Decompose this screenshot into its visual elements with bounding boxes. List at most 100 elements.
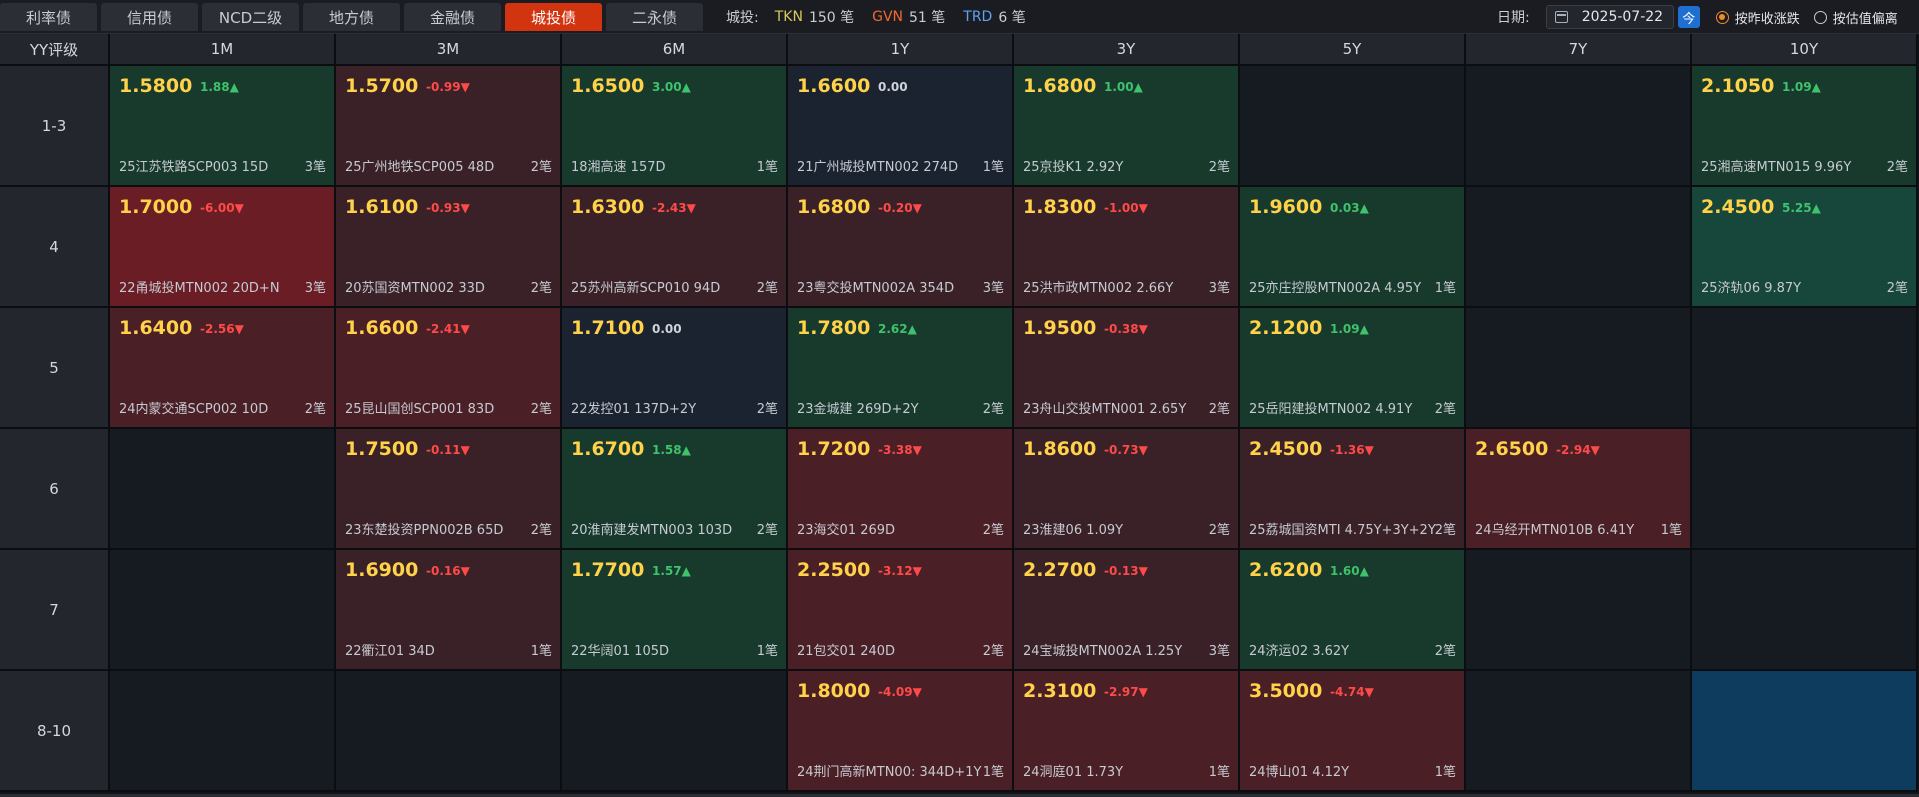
quote-cell[interactable]: 1.8300 -1.00▼ 25洪市政MTN002 2.66Y 3笔 — [1014, 187, 1240, 308]
tenor-header-3m[interactable]: 3M — [336, 34, 562, 66]
trade-count: 1笔 — [1208, 765, 1230, 780]
quote-change: 1.57▲ — [652, 564, 691, 578]
trade-count: 2笔 — [1208, 402, 1230, 417]
tenor-header-1y[interactable]: 1Y — [788, 34, 1014, 66]
quote-change: -2.41▼ — [426, 322, 470, 336]
trade-count: 1笔 — [982, 160, 1004, 175]
quote-cell[interactable]: 1.9500 -0.38▼ 23舟山交投MTN001 2.65Y 2笔 — [1014, 308, 1240, 429]
quote-cell[interactable]: 1.6600 0.00 21广州城投MTN002 274D 1笔 — [788, 66, 1014, 187]
quote-change: 1.58▲ — [652, 443, 691, 457]
quote-change: 1.00▲ — [1104, 80, 1143, 94]
arrow-down-icon: ▼ — [1138, 564, 1148, 578]
quote-change: -0.73▼ — [1104, 443, 1148, 457]
quote-cell[interactable]: 1.7500 -0.11▼ 23东楚投资PPN002B 65D 2笔 — [336, 429, 562, 550]
trade-count: 2笔 — [982, 523, 1004, 538]
quote-cell[interactable]: 1.7200 -3.38▼ 23海交01 269D 2笔 — [788, 429, 1014, 550]
quote-change-value: -0.11 — [426, 443, 461, 457]
quote-cell[interactable]: 1.6700 1.58▲ 20淮南建发MTN003 103D 2笔 — [562, 429, 788, 550]
quote-cell[interactable]: 1.6100 -0.93▼ 20苏国资MTN002 33D 2笔 — [336, 187, 562, 308]
quote-cell[interactable]: 1.6900 -0.16▼ 22衢江01 34D 1笔 — [336, 550, 562, 671]
quote-cell[interactable]: 2.2700 -0.13▼ 24宝城投MTN002A 1.25Y 3笔 — [1014, 550, 1240, 671]
tab-5[interactable]: 城投债 — [505, 3, 602, 31]
quote-change: 1.88▲ — [200, 80, 239, 94]
quote-cell[interactable]: 2.1050 1.09▲ 25湘高速MTN015 9.96Y 2笔 — [1692, 66, 1918, 187]
quote-change: -4.74▼ — [1330, 685, 1374, 699]
quote-cell[interactable]: 2.2500 -3.12▼ 21包交01 240D 2笔 — [788, 550, 1014, 671]
bond-name: 25昆山国创SCP001 83D — [345, 402, 495, 417]
arrow-down-icon: ▼ — [912, 201, 922, 215]
quote-cell[interactable]: 1.7700 1.57▲ 22华阔01 105D 1笔 — [562, 550, 788, 671]
bond-name: 23海交01 269D — [797, 523, 896, 538]
quote-cell[interactable]: 1.7100 0.00 22发控01 137D+2Y 2笔 — [562, 308, 788, 429]
tenor-header-5y[interactable]: 5Y — [1240, 34, 1466, 66]
rating-row: 4 1.7000 -6.00▼ 22甬城投MTN002 20D+N 3笔 1.6100 -0… — [0, 187, 1919, 308]
empty-cell — [110, 429, 336, 550]
quote-cell[interactable]: 2.6500 -2.94▼ 24乌经开MTN010B 6.41Y 1笔 — [1466, 429, 1692, 550]
quote-change-value: -2.94 — [1556, 443, 1591, 457]
quote-cell[interactable]: 2.6200 1.60▲ 24济运02 3.62Y 2笔 — [1240, 550, 1466, 671]
quote-change-value: 3.00 — [652, 80, 682, 94]
quote-cell[interactable]: 1.7800 2.62▲ 23金城建 269D+2Y 2笔 — [788, 308, 1014, 429]
tenor-header-1m[interactable]: 1M — [110, 34, 336, 66]
tab-2[interactable]: NCD二级 — [202, 3, 299, 31]
tenor-header-6m[interactable]: 6M — [562, 34, 788, 66]
bond-name: 24乌经开MTN010B 6.41Y — [1475, 523, 1635, 538]
arrow-down-icon: ▼ — [912, 564, 922, 578]
calendar-icon[interactable] — [1554, 11, 1568, 23]
quote-cell[interactable]: 1.5800 1.88▲ 25江苏铁路SCP003 15D 3笔 — [110, 66, 336, 187]
quote-cell[interactable]: 1.8000 -4.09▼ 24荆门高新MTN00: 344D+1Y 1笔 — [788, 671, 1014, 792]
quote-cell[interactable]: 1.6800 -0.20▼ 23粤交投MTN002A 354D 3笔 — [788, 187, 1014, 308]
bond-name: 23东楚投资PPN002B 65D — [345, 523, 504, 538]
rating-label: 4 — [0, 187, 110, 308]
empty-cell — [1240, 66, 1466, 187]
quote-cell[interactable]: 1.6400 -2.56▼ 24内蒙交通SCP002 10D 2笔 — [110, 308, 336, 429]
quote-price: 1.9500 — [1023, 317, 1097, 339]
tenor-header-3y[interactable]: 3Y — [1014, 34, 1240, 66]
tenor-header-10y[interactable]: 10Y — [1692, 34, 1918, 66]
tab-0[interactable]: 利率债 — [0, 3, 97, 31]
quote-price: 2.3100 — [1023, 680, 1097, 702]
quote-cell[interactable]: 1.7000 -6.00▼ 22甬城投MTN002 20D+N 3笔 — [110, 187, 336, 308]
tab-4[interactable]: 金融债 — [404, 3, 501, 31]
quote-change-value: 0.03 — [1330, 201, 1360, 215]
quote-cell[interactable]: 1.5700 -0.99▼ 25广州地铁SCP005 48D 2笔 — [336, 66, 562, 187]
arrow-up-icon: ▲ — [907, 322, 917, 336]
rating-tenor-matrix: YY评级 1M 3M 6M 1Y 3Y 5Y 7Y 10Y 1-3 1.5800 1.88▲ 25江… — [0, 34, 1919, 794]
tab-6[interactable]: 二永债 — [606, 3, 703, 31]
tab-1[interactable]: 信用债 — [101, 3, 198, 31]
quote-change: -2.43▼ — [652, 201, 696, 215]
quote-cell[interactable]: 1.6300 -2.43▼ 25苏州高新SCP010 94D 2笔 — [562, 187, 788, 308]
quote-cell[interactable]: 1.6500 3.00▲ 18湘高速 157D 1笔 — [562, 66, 788, 187]
quote-cell[interactable]: 2.4500 5.25▲ 25济轨06 9.87Y 2笔 — [1692, 187, 1918, 308]
arrow-down-icon: ▼ — [1590, 443, 1600, 457]
quote-cell[interactable]: 1.6600 -2.41▼ 25昆山国创SCP001 83D 2笔 — [336, 308, 562, 429]
rating-label: 5 — [0, 308, 110, 429]
quote-price: 2.6500 — [1475, 438, 1549, 460]
arrow-down-icon: ▼ — [460, 201, 470, 215]
quote-change: 3.00▲ — [652, 80, 691, 94]
selected-empty-cell[interactable] — [1692, 671, 1918, 792]
quote-change: -6.00▼ — [200, 201, 244, 215]
date-picker[interactable]: 2025-07-22 — [1545, 5, 1674, 29]
radio-sort-by-valuation[interactable]: 按估值偏离 — [1813, 8, 1898, 27]
tenor-header-7y[interactable]: 7Y — [1466, 34, 1692, 66]
quote-cell[interactable]: 1.9600 0.03▲ 25亦庄控股MTN002A 4.95Y 1笔 — [1240, 187, 1466, 308]
quote-price: 1.5800 — [119, 75, 193, 97]
tab-3[interactable]: 地方债 — [303, 3, 400, 31]
quote-cell[interactable]: 1.8600 -0.73▼ 23淮建06 1.09Y 2笔 — [1014, 429, 1240, 550]
quote-cell[interactable]: 3.5000 -4.74▼ 24博山01 4.12Y 1笔 — [1240, 671, 1466, 792]
bond-name: 25亦庄控股MTN002A 4.95Y — [1249, 281, 1422, 296]
quote-change: -2.94▼ — [1556, 443, 1600, 457]
quote-change: -2.97▼ — [1104, 685, 1148, 699]
rating-label: 1-3 — [0, 66, 110, 187]
quote-cell[interactable]: 2.1200 1.09▲ 25岳阳建投MTN002 4.91Y 2笔 — [1240, 308, 1466, 429]
quote-cell[interactable]: 2.3100 -2.97▼ 24洞庭01 1.73Y 1笔 — [1014, 671, 1240, 792]
tenor-header-row: YY评级 1M 3M 6M 1Y 3Y 5Y 7Y 10Y — [0, 34, 1919, 66]
quote-cell[interactable]: 1.6800 1.00▲ 25京投K1 2.92Y 2笔 — [1014, 66, 1240, 187]
today-button[interactable]: 今 — [1677, 6, 1700, 28]
arrow-up-icon: ▲ — [1811, 80, 1821, 94]
trade-count: 3笔 — [982, 281, 1004, 296]
quote-cell[interactable]: 2.4500 -1.36▼ 25荔城国资MTI 4.75Y+3Y+2Y 2笔 — [1240, 429, 1466, 550]
radio-sort-by-prev-close[interactable]: 按昨收涨跌 — [1715, 8, 1800, 27]
bond-name: 24洞庭01 1.73Y — [1023, 765, 1124, 780]
